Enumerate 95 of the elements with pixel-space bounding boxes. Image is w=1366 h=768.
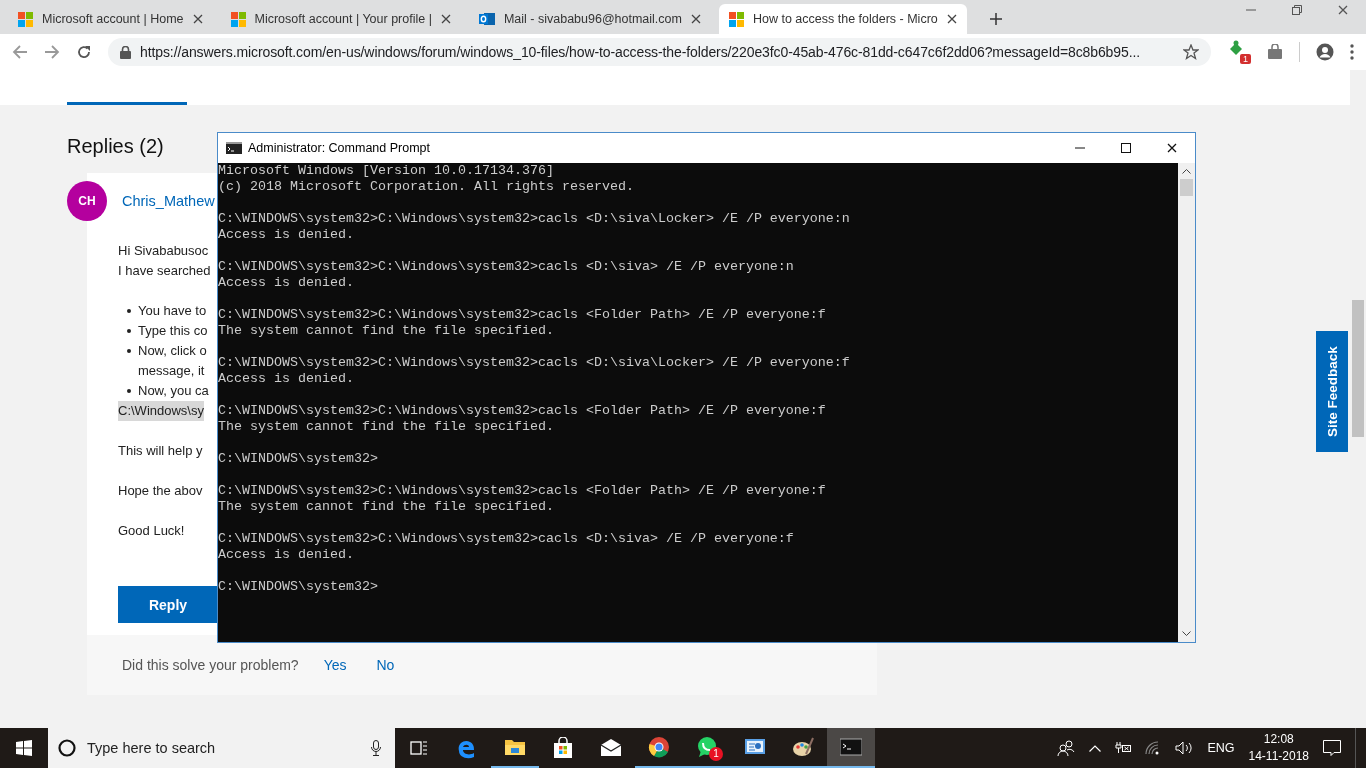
console-line: C:\WINDOWS\system32>C:\Windows\system32>cacls <D:\siva> /E /P everyone:f <box>218 531 795 547</box>
bullet-icon <box>127 389 131 393</box>
clock[interactable]: 12:08 14-11-2018 <box>1248 731 1309 765</box>
lock-icon <box>120 45 131 59</box>
highlighted-text: C:\Windows\sy <box>118 401 204 421</box>
taskbar-app[interactable] <box>827 728 875 768</box>
browser-tab[interactable]: Microsoft account | Your profile | <box>220 4 461 34</box>
scroll-thumb[interactable] <box>1180 179 1193 196</box>
scroll-up-icon[interactable] <box>1182 169 1191 174</box>
chrome-icon <box>648 736 670 758</box>
console-line: C:\WINDOWS\system32>C:\Windows\system32>cacls <Folder Path> /E /P everyone:f <box>218 483 827 499</box>
windows-start-icon[interactable] <box>16 740 32 756</box>
profile-icon[interactable] <box>1316 43 1334 61</box>
site-feedback-tab[interactable]: Site Feedback <box>1316 331 1348 452</box>
text-line: You have to <box>138 302 207 320</box>
console-line: C:\WINDOWS\system32>C:\Windows\system32>cacls <D:\siva\Locker> /E /P everyone:f <box>218 355 851 371</box>
maximize-icon[interactable] <box>1121 143 1131 153</box>
browser-tab[interactable]: Mail - sivababu96@hotmail.com <box>468 4 711 34</box>
console-line: The system cannot find the file specified. <box>218 419 555 435</box>
reload-icon[interactable] <box>76 44 92 60</box>
envelope-icon <box>600 737 622 759</box>
console-icon <box>840 736 862 758</box>
shopping-bag-icon[interactable] <box>1267 44 1283 60</box>
forward-icon[interactable] <box>44 44 60 60</box>
console-line: C:\WINDOWS\system32>C:\Windows\system32>cacls <D:\siva\Locker> /E /P everyone:n <box>218 211 851 227</box>
menu-icon[interactable] <box>1350 44 1354 60</box>
notification-badge: 1 <box>1240 54 1251 64</box>
console-line: Access is denied. <box>218 227 355 243</box>
console-line: Access is denied. <box>218 547 355 563</box>
restore-icon[interactable] <box>1292 5 1302 15</box>
mail-icon <box>478 11 495 27</box>
bullet-icon <box>127 309 131 313</box>
text-line: Now, you ca <box>138 382 209 400</box>
console-line: (c) 2018 Microsoft Corporation. All rights reserved. <box>218 179 635 195</box>
bullet-icon <box>127 349 131 353</box>
chevron-up-icon[interactable] <box>1089 744 1102 752</box>
taskbar-app[interactable]: 1 <box>683 728 731 768</box>
console-line: The system cannot find the file specified. <box>218 499 555 515</box>
yes-link[interactable]: Yes <box>323 657 347 673</box>
microsoft-logo-icon <box>728 11 744 27</box>
extension-icon[interactable]: 1 <box>1227 40 1251 64</box>
address-bar[interactable]: https://answers.microsoft.com/en-us/windows/forum/windows_10-files/how-to-access-the-folders/220e3fc0-45ab-476c-81dd-c647c6f2dd06?messageId=8c8b6b95... <box>108 38 1211 66</box>
speaker-icon[interactable] <box>1175 741 1194 755</box>
reply-button[interactable]: Reply <box>118 586 218 623</box>
shopping-bag-icon <box>552 737 574 759</box>
console-line: C:\WINDOWS\system32>C:\Windows\system32>cacls <D:\siva> /E /P everyone:n <box>218 259 795 275</box>
bullet-icon <box>127 329 131 333</box>
paint-palette-icon <box>792 736 814 758</box>
browser-tab[interactable]: How to access the folders - Micro <box>718 4 967 34</box>
text-line: Hi Sivababusoc <box>118 242 209 260</box>
close-icon[interactable] <box>1167 143 1177 153</box>
console-line: Microsoft Windows [Version 10.0.17134.376] <box>218 163 555 179</box>
notification-badge: 1 <box>709 747 723 761</box>
close-icon[interactable] <box>946 14 957 24</box>
star-icon[interactable] <box>1183 44 1199 60</box>
cortana-icon <box>58 739 76 757</box>
section-title: Replies (2) <box>67 134 164 159</box>
feedback-question: Did this solve your problem? <box>122 657 299 673</box>
text-line: message, it <box>138 362 205 380</box>
console-icon <box>226 142 242 154</box>
close-icon[interactable] <box>192 14 203 24</box>
no-link[interactable]: No <box>376 657 395 673</box>
console-line: The system cannot find the file specified. <box>218 323 555 339</box>
task-view-icon[interactable] <box>410 740 428 756</box>
text-line: This will help y <box>118 442 203 460</box>
scroll-thumb[interactable] <box>1352 300 1364 437</box>
microsoft-logo-icon <box>230 11 246 27</box>
console-line: C:\WINDOWS\system32>C:\Windows\system32>cacls <Folder Path> /E /P everyone:f <box>218 403 827 419</box>
browser-tab[interactable]: Microsoft account | Home <box>8 4 213 34</box>
battery-icon[interactable] <box>1115 742 1132 754</box>
console-line: Access is denied. <box>218 371 355 387</box>
text-line: Hope the abov <box>118 482 203 500</box>
notifications-icon[interactable] <box>1323 739 1341 757</box>
close-icon[interactable] <box>690 14 701 24</box>
window-title: Administrator: Command Prompt <box>248 141 430 155</box>
text-line: I have searched <box>118 262 211 280</box>
microsoft-logo-icon <box>18 11 33 27</box>
text-line: Type this co <box>138 322 208 340</box>
console-line: C:\WINDOWS\system32> <box>218 579 379 595</box>
avatar: CH <box>67 181 107 221</box>
console-line: Access is denied. <box>218 275 355 291</box>
close-icon[interactable] <box>440 14 451 24</box>
scroll-down-icon[interactable] <box>1182 631 1191 636</box>
search-field[interactable]: Type here to search <box>48 728 395 768</box>
people-icon[interactable] <box>1057 740 1076 756</box>
microphone-icon <box>371 740 381 756</box>
text-line: Now, click o <box>138 342 207 360</box>
language-indicator[interactable]: ENG <box>1207 741 1235 755</box>
back-icon[interactable] <box>12 44 28 60</box>
console-line: C:\WINDOWS\system32>C:\Windows\system32>cacls <Folder Path> /E /P everyone:f <box>218 307 827 323</box>
text-line: Good Luck! <box>118 522 185 540</box>
author-link[interactable]: Chris_Mathew <box>122 193 215 209</box>
scrollbar[interactable] <box>1178 163 1195 642</box>
console-line: C:\WINDOWS\system32> <box>218 451 379 467</box>
new-tab-icon[interactable] <box>988 12 1003 26</box>
